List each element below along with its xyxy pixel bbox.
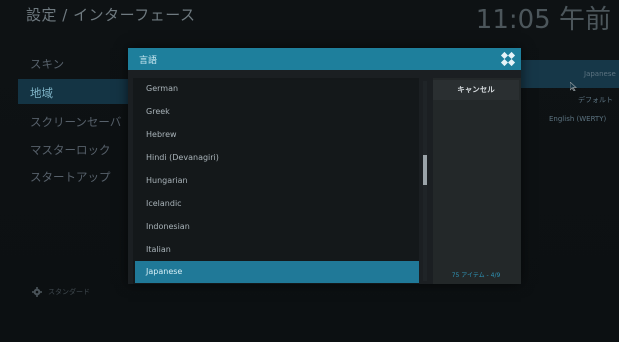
list-item[interactable]: Icelandic (135, 193, 419, 215)
menu-item-master-lock[interactable]: マスターロック (30, 142, 111, 158)
list-item[interactable]: German (135, 78, 419, 100)
background-setting-value: デフォルト (578, 96, 613, 104)
kodi-logo-icon (500, 51, 516, 67)
list-item-label: Hebrew (146, 130, 177, 139)
list-item-label: Greek (146, 107, 170, 116)
list-item-label: Hindi (Devanagiri) (146, 153, 219, 162)
settings-level-toggle[interactable]: スタンダード (32, 287, 90, 297)
dialog-header: 言語 (128, 48, 521, 70)
background-setting-value: Japanese (584, 70, 616, 78)
settings-level-label: スタンダード (48, 288, 90, 296)
item-count: 75 アイテム - 4/9 (451, 272, 501, 279)
gear-icon (32, 287, 42, 297)
page-title: 設定 / インターフェース (26, 6, 196, 24)
list-item[interactable]: Greek (135, 101, 419, 123)
mouse-pointer-icon (570, 82, 577, 91)
menu-item-screensaver[interactable]: スクリーンセーバ (30, 114, 121, 130)
list-item[interactable]: Italian (135, 239, 419, 261)
menu-item-region[interactable]: 地域 (30, 85, 53, 101)
menu-item-skin[interactable]: スキン (30, 56, 64, 72)
list-item-label: Japanese (146, 267, 183, 276)
list-item[interactable]: Indonesian (135, 216, 419, 238)
language-dialog: 言語 German Greek Hebrew Hindi (Devanagiri… (128, 48, 521, 284)
scrollbar-thumb[interactable] (423, 155, 427, 185)
screen-background: 設定 / インターフェース 11:05 午前 スキン 地域 スクリーンセーバ マ… (0, 0, 619, 342)
menu-item-startup[interactable]: スタートアップ (30, 169, 111, 185)
list-item-label: Italian (146, 245, 171, 254)
clock: 11:05 午前 (475, 5, 611, 35)
list-item-selected[interactable]: Japanese (135, 261, 419, 283)
list-item-label: Indonesian (146, 222, 190, 231)
dialog-side-panel: キャンセル 75 アイテム - 4/9 (433, 78, 521, 284)
list-item[interactable]: Hebrew (135, 124, 419, 146)
background-setting-value: English (WERTY) (549, 115, 607, 123)
list-item[interactable]: Hungarian (135, 170, 419, 192)
dialog-title: 言語 (139, 56, 158, 66)
cancel-button[interactable]: キャンセル (433, 80, 519, 100)
list-item-label: German (146, 84, 179, 93)
language-list: German Greek Hebrew Hindi (Devanagiri) H… (133, 78, 419, 284)
list-item-label: Hungarian (146, 176, 188, 185)
list-item-label: Icelandic (146, 199, 182, 208)
list-item[interactable]: Hindi (Devanagiri) (135, 147, 419, 169)
